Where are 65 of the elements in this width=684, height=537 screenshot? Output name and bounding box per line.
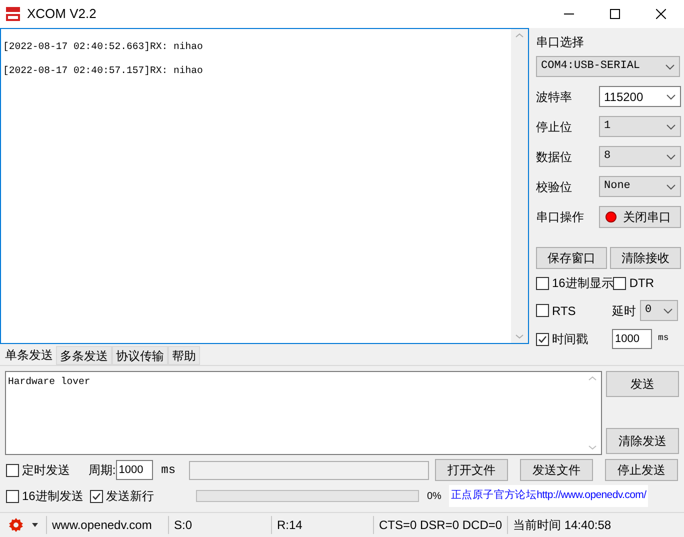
delay-label: 延时 <box>612 302 636 320</box>
dropdown[interactable]: 8 <box>599 146 681 167</box>
chevron-down-icon <box>666 184 676 190</box>
checkbox[interactable] <box>536 276 549 290</box>
status-text: S:0 <box>168 516 271 534</box>
checkbox-label: 16进制显示 <box>552 275 614 292</box>
caret-icon[interactable] <box>32 523 38 527</box>
checkbox[interactable] <box>536 304 549 317</box>
checkbox[interactable] <box>536 332 549 346</box>
unit-label: ms <box>658 332 669 346</box>
period-label: 周期: <box>88 462 116 479</box>
status-text: CTS=0 DSR=0 DCD=0 <box>373 516 507 534</box>
tab[interactable]: 帮助 <box>168 346 200 365</box>
checkbox[interactable] <box>6 490 19 502</box>
send-button[interactable]: 发送 <box>606 371 679 397</box>
checkbox-label: 16进制发送 <box>22 488 84 505</box>
send-file-button[interactable]: 发送文件 <box>520 459 593 481</box>
chevron-down-icon <box>663 308 673 314</box>
setting-label: 波特率 <box>536 88 572 106</box>
checkbox[interactable] <box>90 490 103 502</box>
window-title: XCOM V2.2 <box>27 5 96 24</box>
unit-label: ms <box>161 462 177 479</box>
progress-reading: 0% <box>427 490 442 504</box>
dropdown[interactable]: 0 <box>640 300 678 321</box>
setting-label: 停止位 <box>536 118 572 136</box>
tab[interactable]: 协议传输 <box>112 346 168 365</box>
dropdown[interactable]: None <box>599 176 681 197</box>
dropdown[interactable]: COM4:USB-SERIAL <box>536 56 680 77</box>
checkbox-label: 时间戳 <box>552 331 588 348</box>
close-port-button[interactable]: 关闭串口 <box>599 206 681 228</box>
chevron-down-icon <box>666 94 676 100</box>
status-text: 当前时间 14:40:58 <box>507 516 616 534</box>
interval-field[interactable]: 1000 <box>612 329 652 349</box>
close-icon <box>656 9 666 19</box>
dropdown[interactable]: 1 <box>599 116 681 137</box>
period-field[interactable]: 1000 <box>116 460 154 480</box>
checkbox[interactable] <box>613 276 626 290</box>
status-text: www.openedv.com <box>46 516 168 534</box>
dropdown[interactable]: 115200 <box>599 86 681 107</box>
clear-receive-button[interactable]: 清除接收 <box>610 247 681 269</box>
open-file-button[interactable]: 打开文件 <box>435 459 508 481</box>
maximize-icon <box>610 9 620 19</box>
save-window-button[interactable]: 保存窗口 <box>536 247 607 269</box>
log-line: [2022-08-17 02:40:52.663]RX: nihao <box>3 40 204 54</box>
checkbox-label: RTS <box>552 302 576 320</box>
settings-icon[interactable] <box>8 517 24 533</box>
log-line: [2022-08-17 02:40:57.157]RX: nihao <box>3 64 204 78</box>
checkbox-label: 发送新行 <box>106 488 154 505</box>
chevron-down-icon <box>665 64 675 70</box>
setting-label: 校验位 <box>536 178 572 196</box>
operation-label: 串口操作 <box>536 209 584 226</box>
file-path-field[interactable] <box>188 460 429 480</box>
chevron-down-icon <box>666 154 676 160</box>
status-text: R:14 <box>271 516 373 534</box>
receive-area[interactable]: [2022-08-17 02:40:52.663]RX: nihao [2022-08-17 02:40:57.157]RX: nihao <box>0 28 529 344</box>
stop-send-button[interactable]: 停止发送 <box>605 459 678 481</box>
chevron-down-icon <box>666 124 676 130</box>
setting-label: 数据位 <box>536 148 572 166</box>
tab[interactable]: 多条发送 <box>56 346 112 365</box>
checkbox-label: DTR <box>629 275 654 292</box>
clear-send-button[interactable]: 清除发送 <box>606 428 679 454</box>
checkbox[interactable] <box>6 464 19 476</box>
app-logo-icon <box>5 6 21 22</box>
checkbox-label: 定时发送 <box>22 462 70 479</box>
port-label: 串口选择 <box>536 34 585 51</box>
